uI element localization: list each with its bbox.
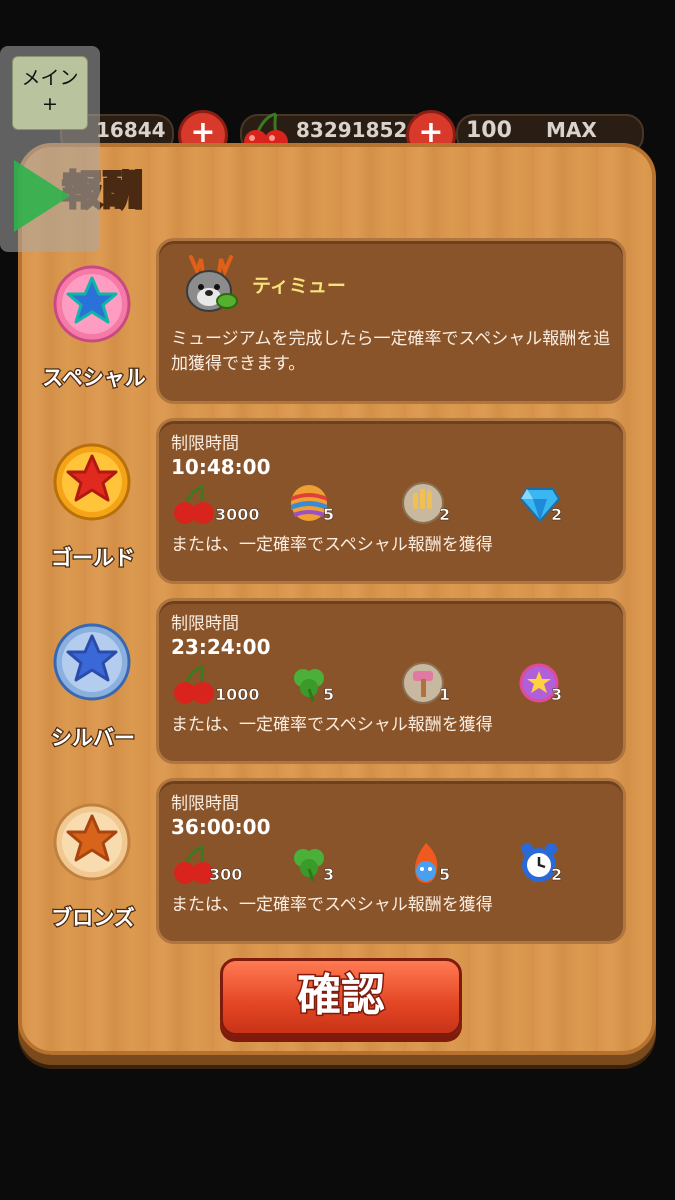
level-max: MAX [546, 118, 597, 142]
special-card: ミュージアムを完成したら一定確率でスペシャル報酬を追加獲得できます。 [156, 238, 626, 404]
special-medal-icon [53, 265, 131, 343]
bronze-item-qty: 2 [551, 865, 563, 885]
special-tier-label: スペシャル [41, 365, 147, 392]
level-value: 100 [466, 118, 512, 143]
silver-item-qty: 5 [323, 685, 335, 705]
silver-note: または、一定確率でスペシャル報酬を獲得 [171, 715, 493, 735]
silver-tier-label: シルバー [50, 725, 137, 752]
timyu-character-icon [186, 255, 238, 312]
silver-card: 制限時間 23:24:00 1000 5 1 3 または、一定確率でスペシャル報… [156, 598, 626, 764]
gold-time-label: 制限時間 [171, 434, 239, 454]
cherry-icon [174, 485, 214, 524]
silver-medal-icon [53, 623, 131, 701]
gold-tier-label: ゴールド [50, 545, 137, 572]
special-description: ミュージアムを完成したら一定確率でスペシャル報酬を追加獲得できます。 [171, 329, 611, 374]
gold-note: または、一定確率でスペシャル報酬を獲得 [171, 535, 493, 555]
silver-item-qty: 1 [439, 685, 451, 705]
bronze-time-label: 制限時間 [171, 794, 239, 814]
gold-medal-icon [53, 443, 131, 521]
bronze-tier-label: ブロンズ [50, 905, 136, 932]
bronze-item-qty: 300 [209, 865, 243, 885]
bronze-note: または、一定確率でスペシャル報酬を獲得 [171, 895, 493, 915]
special-character-name: ティミュー [252, 275, 346, 297]
cherry-icon [174, 665, 214, 704]
gold-card: 制限時間 10:48:00 3000 5 2 2 または、一定確率でスペシャル報… [156, 418, 626, 584]
gold-item-qty: 5 [323, 505, 335, 525]
bronze-item-qty: 5 [439, 865, 451, 885]
gold-time: 10:48:00 [171, 455, 271, 479]
cherries-value: 832918525 [296, 118, 422, 142]
gold-item-qty: 2 [439, 505, 451, 525]
silver-time: 23:24:00 [171, 635, 271, 659]
confirm-button[interactable]: 確認 [220, 958, 462, 1036]
gold-item-qty: 3000 [215, 505, 260, 525]
silver-item-qty: 1000 [215, 685, 260, 705]
bronze-time: 36:00:00 [171, 815, 271, 839]
hearts-value: 16844 [96, 118, 166, 142]
bronze-card: 制限時間 36:00:00 300 3 5 2 または、一定確率でスペシャル報酬… [156, 778, 626, 944]
bronze-medal-icon [53, 803, 131, 881]
gold-item-qty: 2 [551, 505, 563, 525]
silver-time-label: 制限時間 [171, 614, 239, 634]
silver-item-qty: 3 [551, 685, 563, 705]
bronze-item-qty: 3 [323, 865, 335, 885]
play-icon[interactable] [14, 160, 70, 232]
fire-face-icon [415, 843, 438, 883]
main-menu-button[interactable]: メイン + [12, 56, 88, 130]
